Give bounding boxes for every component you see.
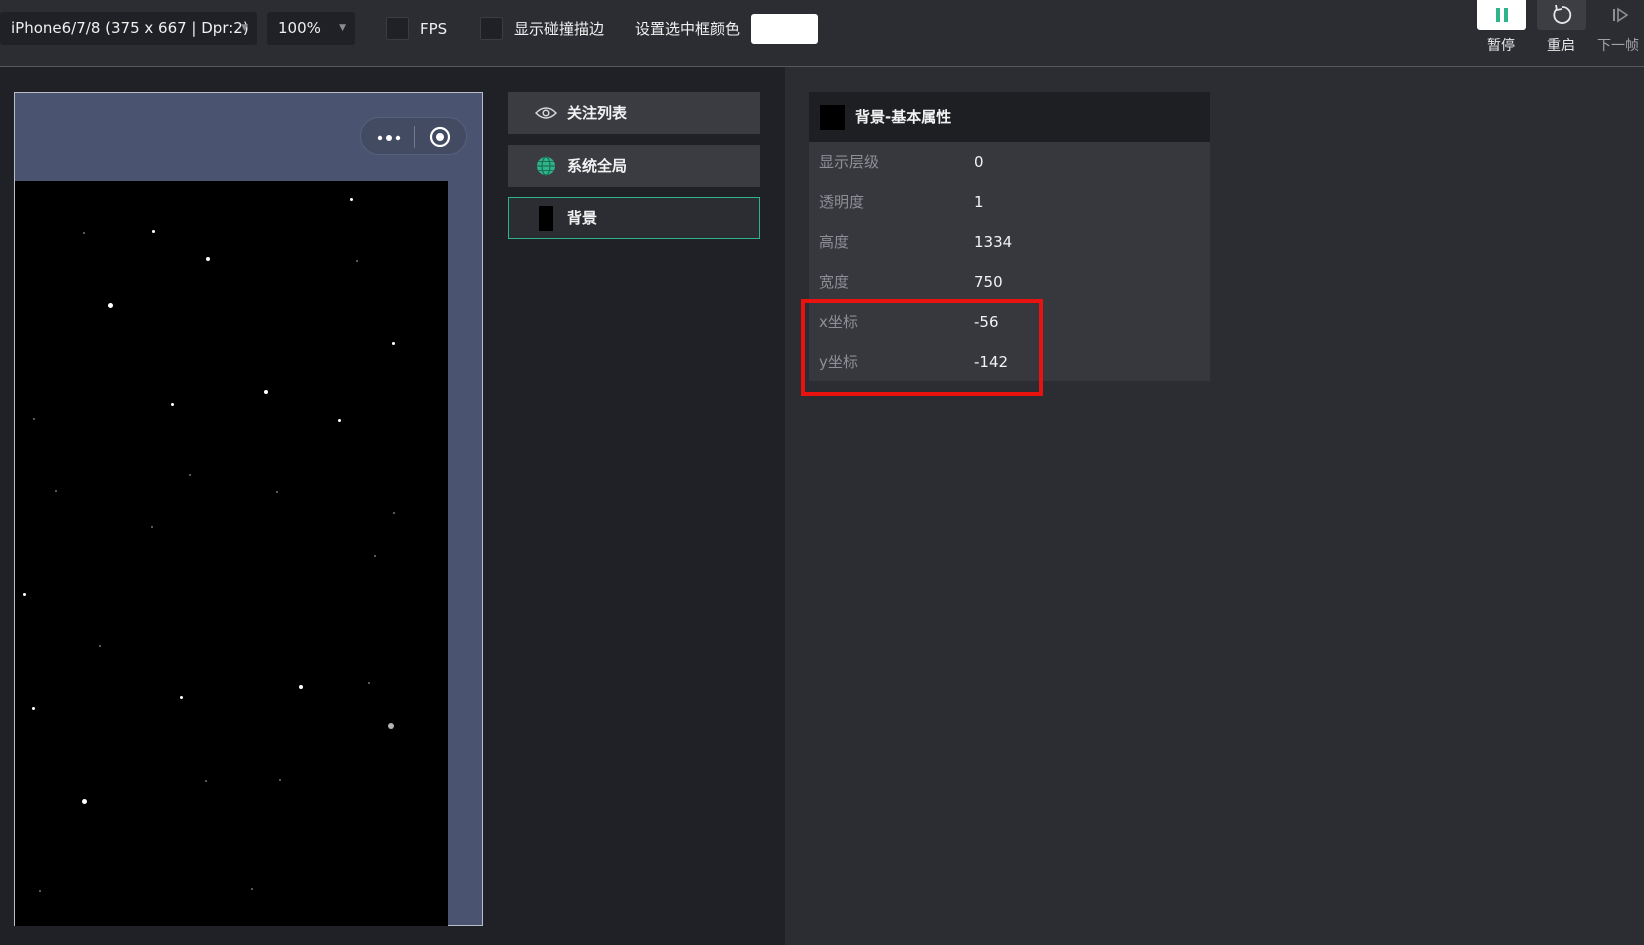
zoom-select-value: 100% [278,19,321,37]
restart-button[interactable] [1537,0,1586,30]
star [171,403,174,406]
next-frame-button[interactable] [1597,0,1644,30]
property-row: 显示层级 0 [809,142,1210,182]
star [338,419,341,422]
chevron-down-icon: ▼ [241,23,248,33]
node-thumbnail [820,105,845,130]
star [205,780,207,782]
game-canvas[interactable] [15,181,448,926]
star [82,799,87,804]
globe-icon [534,155,558,177]
background-thumbnail-icon [534,205,558,231]
property-value[interactable]: 1334 [974,222,1012,262]
node-label: 系统全局 [567,157,628,175]
property-row: 宽度 750 [809,262,1210,302]
property-key: 宽度 [819,273,850,291]
star [152,230,155,233]
property-key: 显示层级 [819,153,880,171]
property-value[interactable]: 1 [974,182,984,222]
more-icon[interactable] [377,135,403,141]
star [151,526,153,528]
inspector-area: 背景-基本属性 显示层级 0 透明度 1 高度 1334 宽度 750 x坐标 … [785,67,1644,945]
property-row: 透明度 1 [809,182,1210,222]
node-follow-list[interactable]: 关注列表 [508,92,760,134]
device-select[interactable]: iPhone6/7/8 (375 x 667 | Dpr:2) ▼ [0,12,257,45]
property-key: 高度 [819,233,850,251]
frame-color-picker[interactable] [751,14,818,44]
star [350,198,353,201]
star [374,555,376,557]
property-value[interactable]: -56 [974,302,999,342]
star [299,685,303,689]
properties-title: 背景-基本属性 [855,108,952,126]
pause-label: 暂停 [1487,38,1515,54]
property-value[interactable]: 750 [974,262,1003,302]
star [99,645,101,647]
zoom-select[interactable]: 100% ▼ [267,12,355,45]
device-select-value: iPhone6/7/8 (375 x 667 | Dpr:2) [11,19,249,37]
toolbar: iPhone6/7/8 (375 x 667 | Dpr:2) ▼ 100% ▼… [0,0,1644,67]
property-key: y坐标 [819,353,858,371]
restart-icon [1552,4,1571,24]
frame-color-label: 设置选中框颜色 [635,20,741,38]
property-key: x坐标 [819,313,858,331]
star [356,260,358,262]
star [206,257,210,261]
node-background[interactable]: 背景 [508,197,760,239]
star [368,682,370,684]
star [32,707,35,710]
next-frame-label: 下一帧 [1597,38,1639,54]
property-value[interactable]: -142 [974,342,1008,382]
property-row: y坐标 -142 [809,342,1210,382]
step-forward-icon [1612,7,1628,23]
star [388,723,394,729]
star [83,232,85,234]
star [276,491,278,493]
star [33,418,35,420]
properties-header: 背景-基本属性 [809,92,1210,142]
star [251,888,253,890]
property-row: 高度 1334 [809,222,1210,262]
star [180,696,183,699]
fps-label: FPS [420,20,448,38]
fps-checkbox[interactable] [386,17,409,40]
star [55,490,57,492]
star [393,512,395,514]
chevron-down-icon: ▼ [339,23,346,33]
restart-label: 重启 [1547,38,1575,54]
star [39,890,41,892]
property-row: x坐标 -56 [809,302,1210,342]
node-label: 背景 [567,209,598,227]
mini-program-capsule [360,117,467,155]
star [264,390,268,394]
property-value[interactable]: 0 [974,142,984,182]
node-label: 关注列表 [567,104,628,122]
pause-icon [1495,8,1508,22]
star [189,474,191,476]
capsule-divider [414,126,415,148]
star [279,779,281,781]
star [23,593,26,596]
close-target-icon[interactable] [429,126,451,148]
pause-button[interactable] [1477,0,1526,30]
property-key: 透明度 [819,193,865,211]
node-system-global[interactable]: 系统全局 [508,145,760,187]
collision-outline-checkbox[interactable] [480,17,503,40]
properties-panel: 背景-基本属性 显示层级 0 透明度 1 高度 1334 宽度 750 x坐标 … [809,92,1210,381]
star [392,342,395,345]
collision-outline-label: 显示碰撞描边 [514,20,605,38]
star [108,303,113,308]
eye-icon [534,102,558,124]
device-preview [14,92,483,926]
